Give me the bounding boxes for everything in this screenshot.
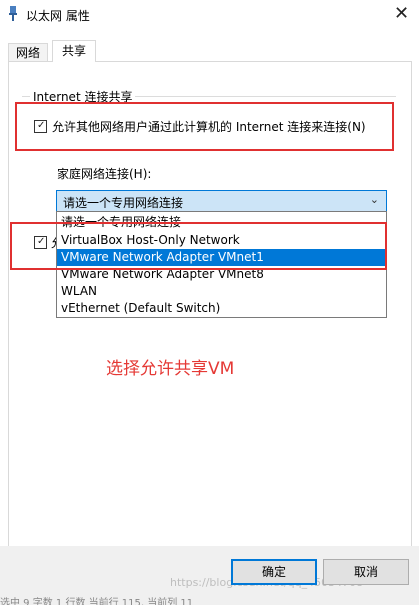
chevron-down-icon: ⌄ — [369, 193, 379, 206]
network-adapter-icon — [9, 6, 17, 21]
highlight-box-vmnet — [10, 222, 387, 270]
highlight-box-allow-share — [15, 102, 394, 151]
window-title: 以太网 属性 — [26, 9, 90, 23]
dropdown-option[interactable]: vEthernet (Default Switch) — [57, 300, 386, 317]
annotation-text: 选择允许共享VM — [106, 359, 235, 379]
cancel-button[interactable]: 取消 — [323, 559, 409, 585]
close-icon[interactable]: ✕ — [394, 3, 409, 24]
select-value: 请选一个专用网络连接 — [63, 196, 184, 210]
home-network-select[interactable]: 请选一个专用网络连接 ⌄ — [56, 190, 387, 212]
tab-sharing[interactable]: 共享 — [52, 40, 96, 62]
tab-network[interactable]: 网络 — [8, 43, 49, 62]
status-bar: 选中 9 字数 1 行数 当前行 115, 当前列 11 — [0, 598, 194, 605]
home-network-label: 家庭网络连接(H): — [57, 167, 152, 181]
ok-button[interactable]: 确定 — [231, 559, 317, 585]
title-bar: 以太网 属性 ✕ — [0, 0, 419, 30]
dropdown-option[interactable]: WLAN — [57, 283, 386, 300]
